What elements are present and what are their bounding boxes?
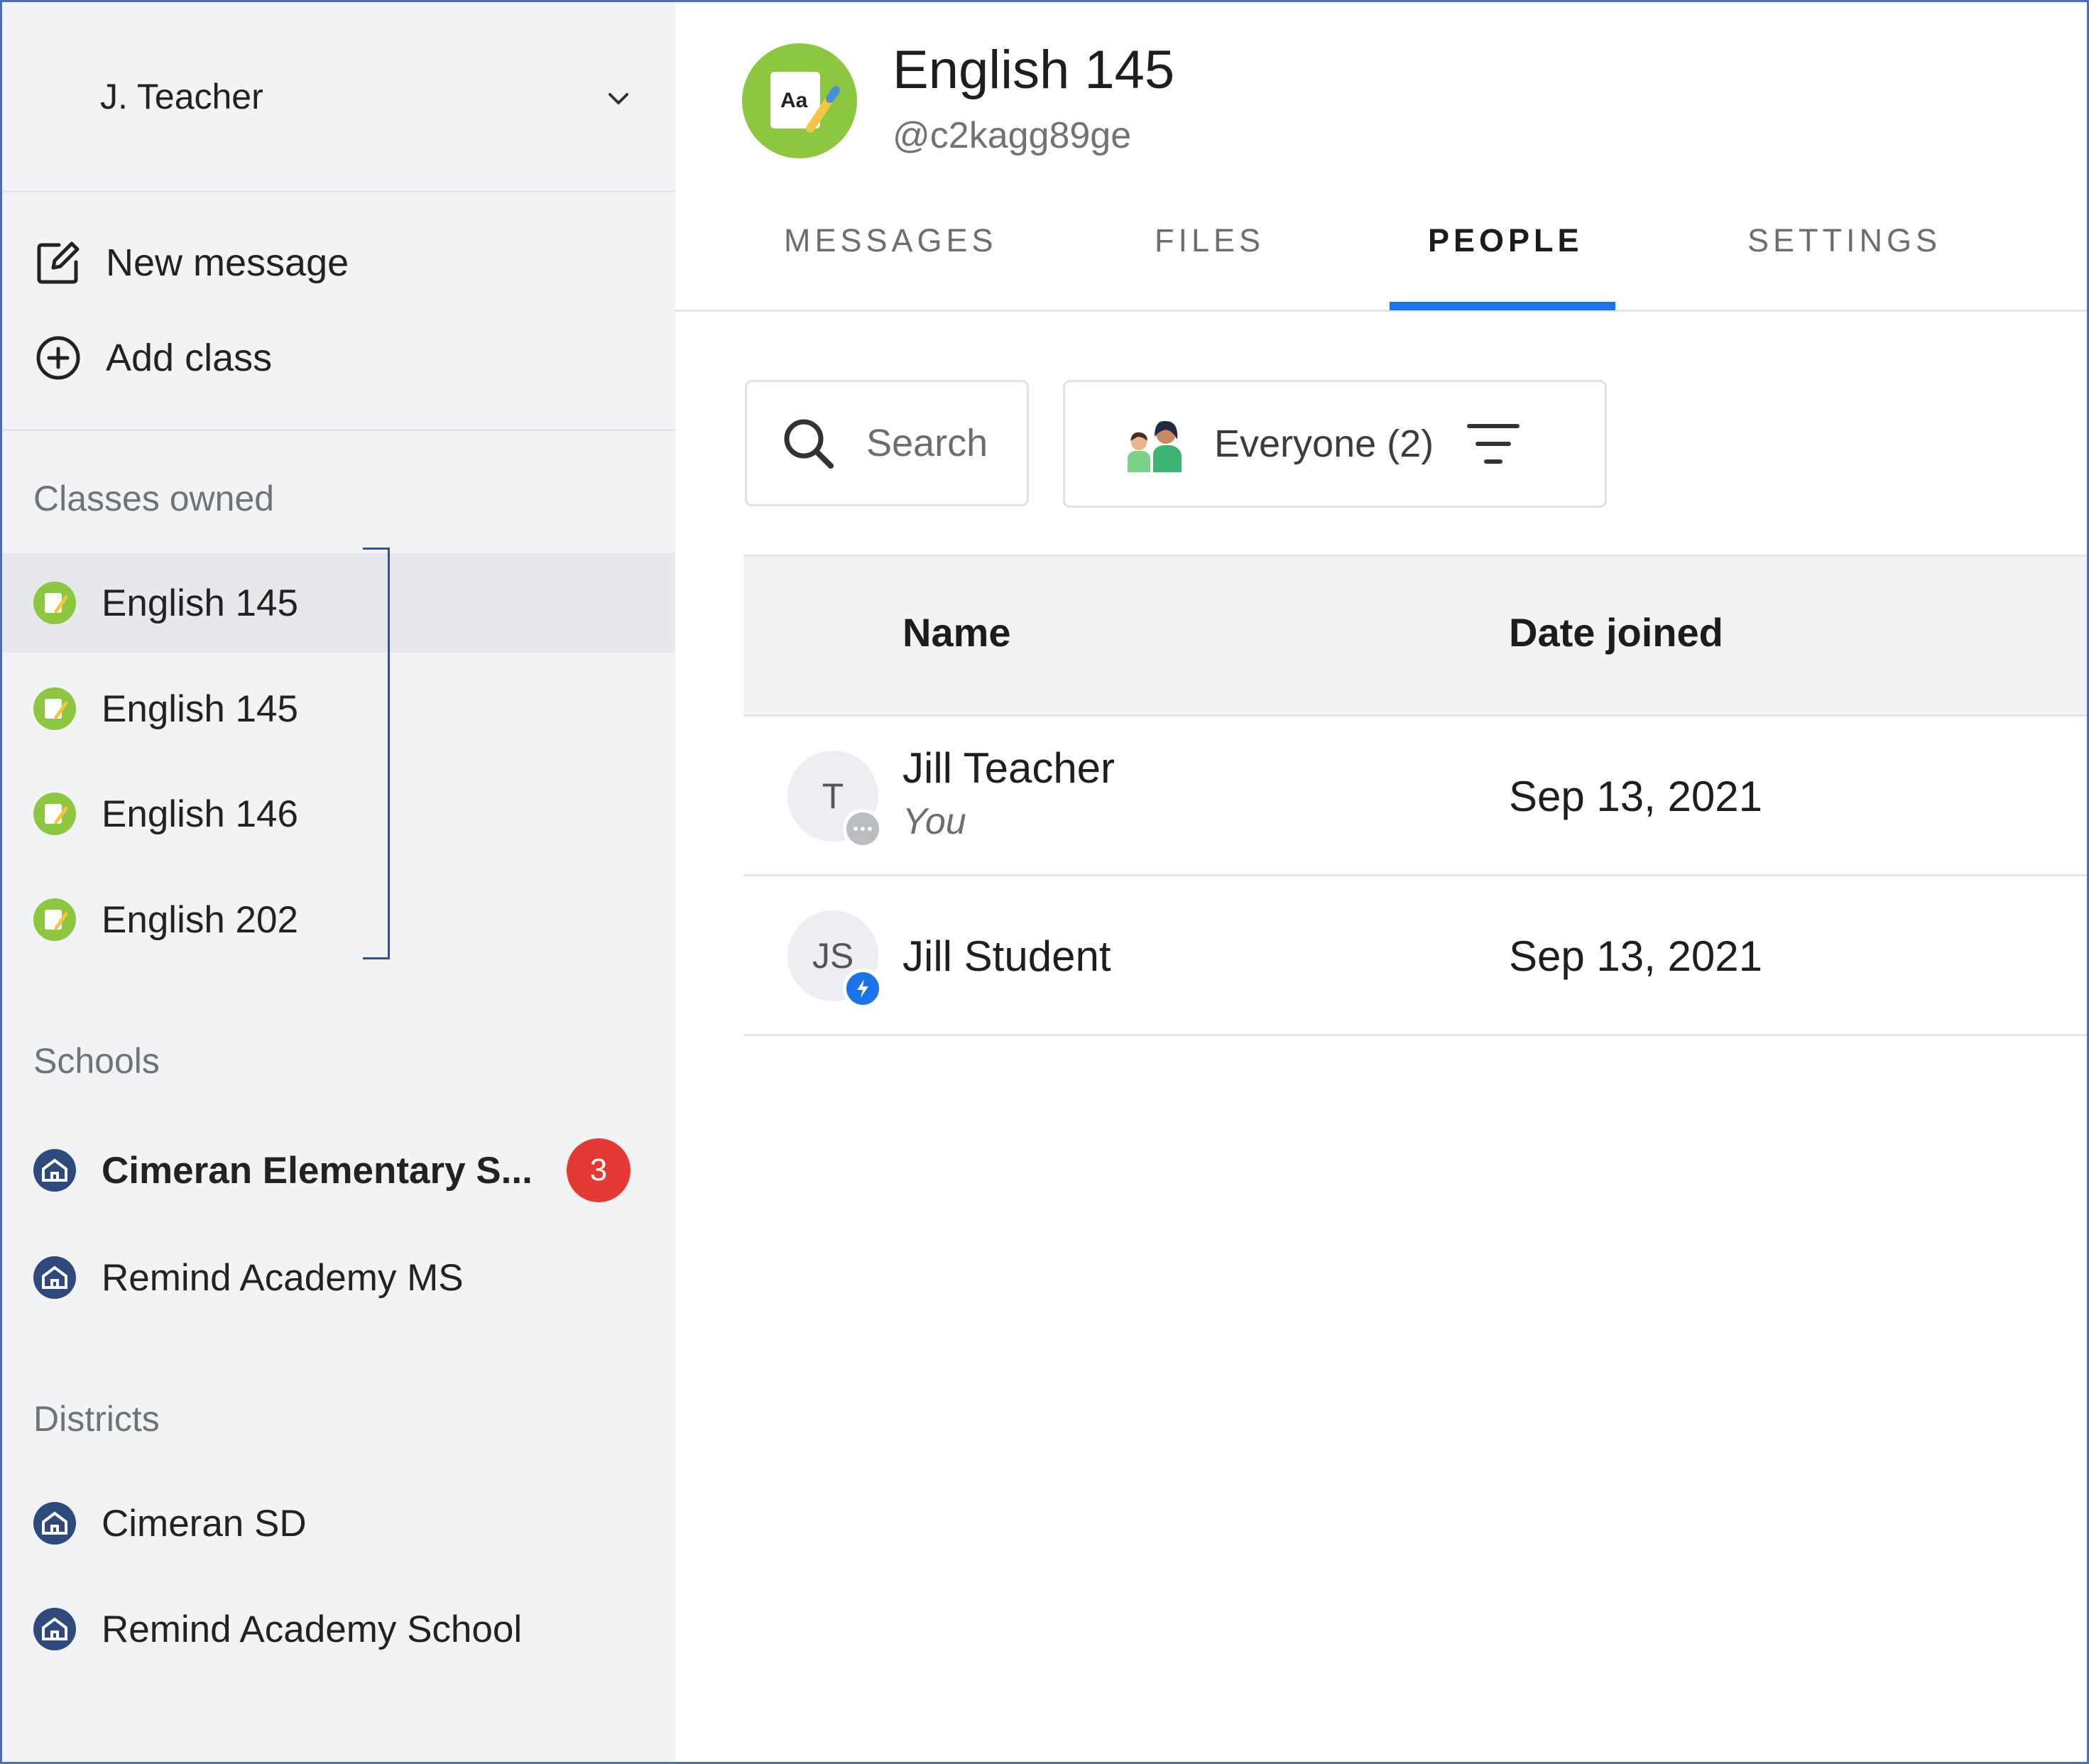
class-icon — [33, 793, 76, 835]
main-panel: Aa English 145 @c2kagg89ge MESSAGES FILE… — [675, 2, 2087, 1762]
class-item[interactable]: English 145 — [2, 553, 675, 653]
district-icon — [33, 1502, 76, 1545]
svg-text:Aa: Aa — [780, 89, 808, 112]
school-item[interactable]: Remind Academy MS — [2, 1228, 675, 1327]
add-class-button[interactable]: Add class — [33, 330, 272, 386]
district-item[interactable]: Cimeran SD — [2, 1474, 675, 1573]
districts-heading: Districts — [33, 1399, 160, 1439]
avatar: T — [787, 751, 883, 849]
date-joined: Sep 13, 2021 — [1509, 773, 1762, 820]
class-label: English 145 — [102, 582, 298, 624]
filter-label: Everyone (2) — [1214, 423, 1434, 465]
table-row[interactable]: JS Jill Student Sep 13, 2021 — [743, 876, 2087, 1036]
class-code: @c2kagg89ge — [893, 115, 1132, 156]
class-label: English 146 — [102, 793, 298, 835]
class-logo-icon: Aa — [742, 43, 857, 158]
quick-actions: New message Add class — [2, 195, 675, 431]
class-label: English 145 — [102, 687, 298, 730]
school-icon — [33, 1149, 76, 1192]
bolt-icon — [843, 969, 883, 1008]
table-header: Name Date joined — [743, 555, 2087, 717]
account-switcher[interactable]: J. Teacher — [2, 2, 675, 192]
class-icon — [33, 582, 76, 624]
account-name: J. Teacher — [100, 77, 263, 116]
date-joined: Sep 13, 2021 — [1509, 932, 1762, 980]
chevron-down-icon[interactable] — [604, 85, 633, 113]
notification-badge: 3 — [567, 1138, 631, 1202]
district-icon — [33, 1608, 76, 1650]
classes-owned-heading: Classes owned — [33, 479, 275, 518]
school-label: Cimeran Elementary S... — [102, 1149, 533, 1192]
district-label: Remind Academy School — [102, 1608, 523, 1650]
tab-bar: MESSAGES FILES PEOPLE SETTINGS — [675, 194, 2087, 312]
tab-messages[interactable]: MESSAGES — [784, 222, 998, 259]
person-name: Jill Student — [902, 932, 1111, 980]
active-tab-indicator — [1390, 302, 1615, 310]
people-table: Name Date joined T Jill Teacher You Sep … — [743, 555, 2087, 1036]
audience-filter-button[interactable]: Everyone (2) — [1063, 380, 1607, 508]
page-title: English 145 — [893, 40, 1175, 100]
tab-settings[interactable]: SETTINGS — [1747, 222, 1941, 259]
new-message-button[interactable]: New message — [33, 234, 349, 291]
school-item[interactable]: Cimeran Elementary S... 3 — [2, 1121, 675, 1220]
avatar-initials: T — [822, 776, 844, 816]
class-icon — [33, 898, 76, 941]
school-label: Remind Academy MS — [102, 1256, 464, 1299]
tab-files[interactable]: FILES — [1155, 222, 1265, 259]
compose-icon — [37, 241, 80, 284]
person-name: Jill Teacher — [902, 744, 1116, 792]
tab-people[interactable]: PEOPLE — [1428, 222, 1583, 259]
avatar: JS — [787, 910, 883, 1008]
new-message-label: New message — [106, 241, 349, 284]
more-icon — [843, 809, 883, 849]
person-you-label: You — [902, 801, 966, 842]
class-label: English 202 — [102, 898, 298, 941]
class-icon — [33, 687, 76, 730]
class-item[interactable]: English 146 — [2, 764, 675, 864]
people-icon — [1128, 420, 1182, 472]
avatar-initials: JS — [812, 936, 854, 976]
district-label: Cimeran SD — [102, 1502, 307, 1545]
callout-bracket — [363, 548, 390, 959]
search-input[interactable] — [866, 421, 1001, 465]
search-field[interactable] — [745, 380, 1029, 506]
add-circle-icon — [36, 336, 80, 380]
add-class-label: Add class — [106, 337, 273, 379]
district-item[interactable]: Remind Academy School — [2, 1579, 675, 1679]
search-icon — [784, 419, 834, 469]
class-item[interactable]: English 202 — [2, 870, 675, 969]
column-header-date-joined[interactable]: Date joined — [1509, 609, 1723, 655]
table-row[interactable]: T Jill Teacher You Sep 13, 2021 — [743, 717, 2087, 876]
filter-icon — [1467, 424, 1520, 464]
school-icon — [33, 1256, 76, 1299]
column-header-name[interactable]: Name — [902, 609, 1011, 655]
schools-heading: Schools — [33, 1041, 160, 1081]
sidebar: J. Teacher New message Add class Classes… — [2, 2, 675, 1762]
class-item[interactable]: English 145 — [2, 659, 675, 758]
